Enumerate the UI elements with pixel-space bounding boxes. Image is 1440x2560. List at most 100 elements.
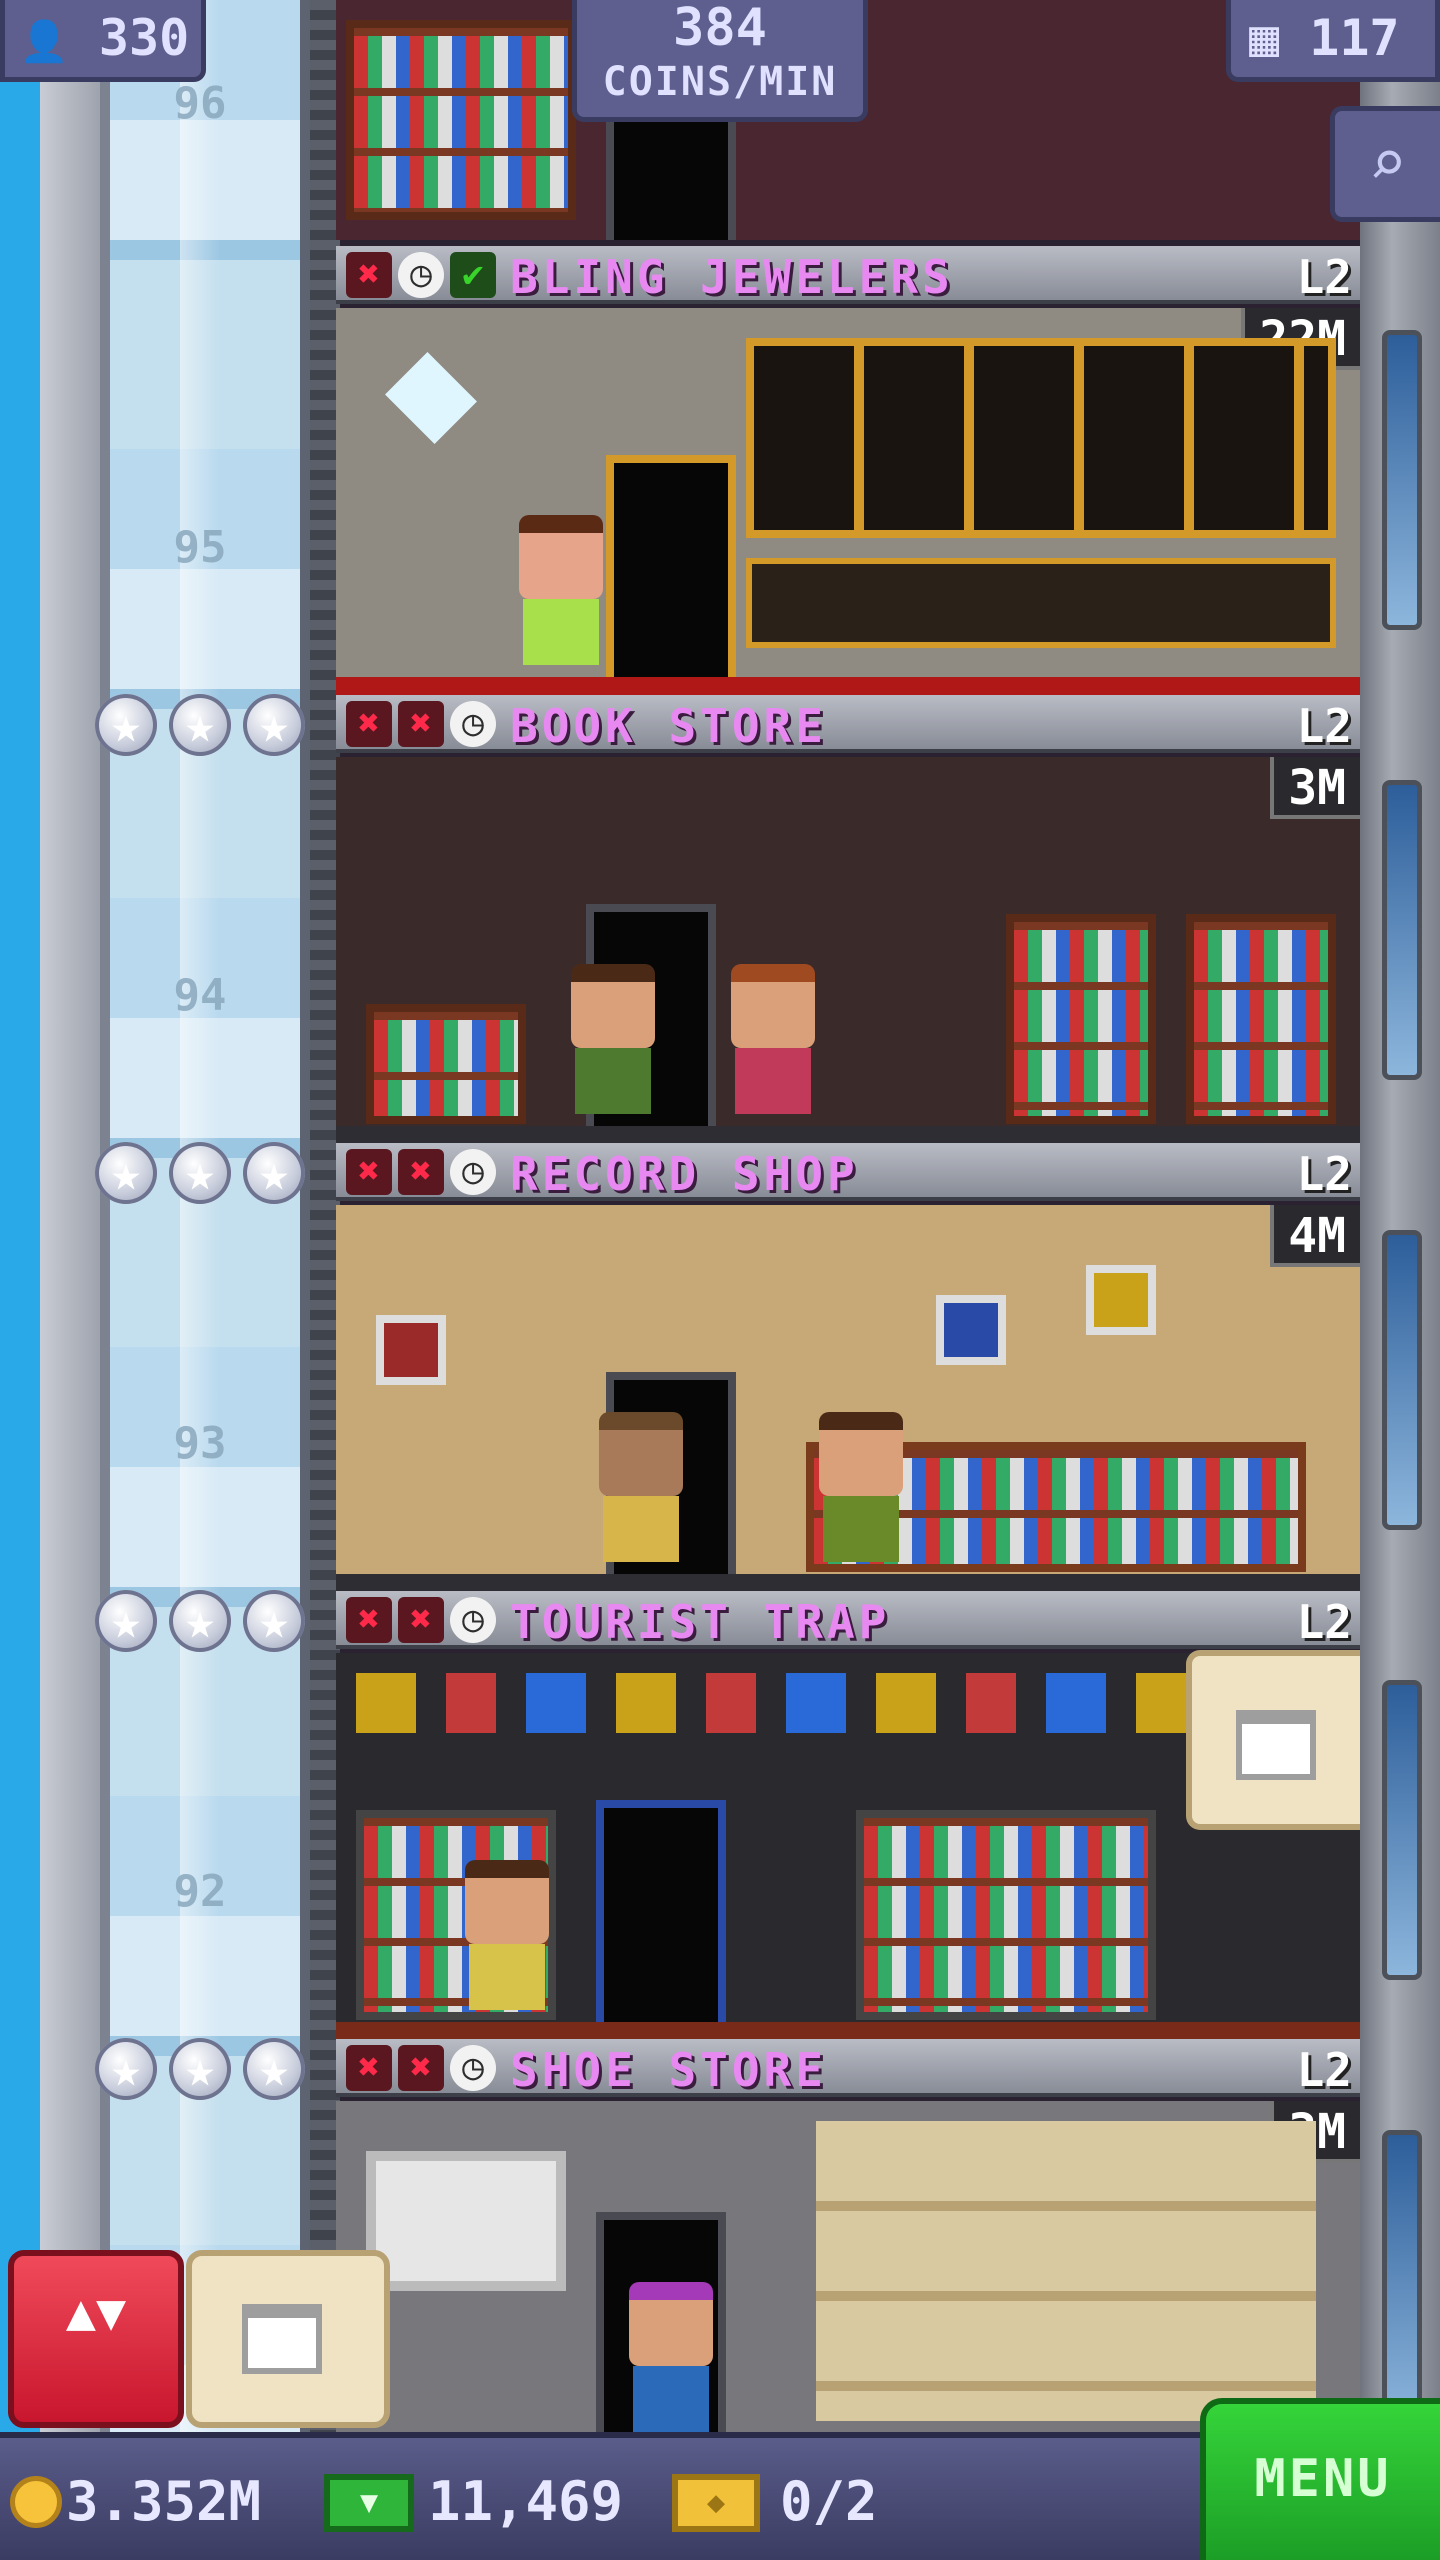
status-x-icon: ✖ xyxy=(398,701,444,747)
bux-icon: ▼ xyxy=(324,2474,414,2532)
elevator-button[interactable]: ▲▼ xyxy=(8,2250,184,2428)
star-icon: ★ xyxy=(243,2038,305,2100)
status-x-icon: ✖ xyxy=(346,252,392,298)
star-icon: ★ xyxy=(243,1142,305,1204)
status-icons: ✖ ✖ ◷ xyxy=(346,2045,496,2091)
star-icon: ★ xyxy=(169,1142,231,1204)
status-x-icon: ✖ xyxy=(398,1597,444,1643)
floor-count-value: 117 xyxy=(1309,9,1400,67)
status-clock-icon: ◷ xyxy=(450,2045,496,2091)
floor-header: ✖ ◷ ✔ BLING JEWELERS L2 xyxy=(336,246,1360,304)
floor-base xyxy=(336,1574,1360,1592)
floor-body: 3M xyxy=(336,2101,1360,2432)
person-icon: 👤 xyxy=(19,19,69,65)
ticket-icon: ◆ xyxy=(672,2474,760,2532)
build-floor-card[interactable] xyxy=(1186,1650,1360,1830)
tickets-value: 0/2 xyxy=(780,2470,878,2533)
coins-per-min-value: 384 xyxy=(673,0,767,58)
right-window xyxy=(1382,780,1422,1080)
star-icon: ★ xyxy=(169,2038,231,2100)
elevator-shaft[interactable] xyxy=(100,0,310,2560)
resident[interactable] xyxy=(816,1412,906,1562)
coins-per-min-unit: COINS/MIN xyxy=(602,59,838,105)
population-counter[interactable]: 👤 330 xyxy=(0,0,206,82)
stock-badge: 4M xyxy=(1270,1205,1360,1267)
floor-name: TOURIST TRAP xyxy=(510,1595,891,1649)
coins-per-minute[interactable]: 384 COINS/MIN xyxy=(572,0,868,122)
shaft-floor-number: 96 xyxy=(173,78,227,129)
floor-record-shop[interactable]: ✖ ✖ ◷ RECORD SHOP L2 4M xyxy=(336,1143,1360,1592)
shaft-floor-number: 92 xyxy=(173,1866,227,1917)
floor-level: L2 xyxy=(1296,2043,1352,2097)
floor-stars: ★ ★ ★ xyxy=(95,2038,305,2108)
floor-header: ✖ ✖ ◷ TOURIST TRAP L2 xyxy=(336,1591,1360,1649)
floor-book-store[interactable]: ✖ ✖ ◷ BOOK STORE L2 3M xyxy=(336,695,1360,1144)
floor-level: L2 xyxy=(1296,699,1352,753)
build-button[interactable] xyxy=(186,2250,390,2428)
floor-stars: ★ ★ ★ xyxy=(95,1590,305,1660)
shoe-wall xyxy=(816,2121,1316,2421)
souvenir-banners xyxy=(356,1673,1196,1733)
floor-bling-jewelers[interactable]: ✖ ◷ ✔ BLING JEWELERS L2 22M xyxy=(336,246,1360,695)
elevator-arrows-icon: ▲▼ xyxy=(65,2283,127,2341)
store-door xyxy=(606,455,736,695)
stock-badge: 3M xyxy=(1270,757,1360,819)
floor-stars: ★ ★ ★ xyxy=(95,1142,305,1212)
status-icons: ✖ ✖ ◷ xyxy=(346,701,496,747)
star-icon: ★ xyxy=(169,1590,231,1652)
star-icon: ★ xyxy=(243,694,305,756)
status-clock-icon: ◷ xyxy=(398,252,444,298)
resident[interactable] xyxy=(596,1412,686,1562)
shelf xyxy=(346,20,576,220)
floor-header: ✖ ✖ ◷ BOOK STORE L2 xyxy=(336,695,1360,753)
store-door xyxy=(606,110,736,240)
box-icon xyxy=(1236,1710,1316,1780)
resident[interactable] xyxy=(568,964,658,1114)
status-clock-icon: ◷ xyxy=(450,1597,496,1643)
store-door xyxy=(596,1800,726,2040)
population-value: 330 xyxy=(98,9,190,67)
star-icon: ★ xyxy=(95,2038,157,2100)
search-button[interactable]: ⌕ xyxy=(1330,106,1440,222)
resident[interactable] xyxy=(728,964,818,1114)
bookshelf xyxy=(366,1004,526,1124)
floor-stars: ★ ★ ★ xyxy=(95,694,305,764)
floor-base xyxy=(336,1126,1360,1144)
floor-header: ✖ ✖ ◷ SHOE STORE L2 xyxy=(336,2039,1360,2097)
box-icon xyxy=(242,2304,322,2374)
floor-name: SHOE STORE xyxy=(510,2043,827,2097)
status-icons: ✖ ◷ ✔ xyxy=(346,252,496,298)
resident[interactable] xyxy=(626,2282,716,2432)
floor-body: 3M xyxy=(336,757,1360,1144)
star-icon: ★ xyxy=(243,1590,305,1652)
status-icons: ✖ ✖ ◷ xyxy=(346,1597,496,1643)
wall-poster xyxy=(1086,1265,1156,1335)
wall-poster xyxy=(376,1315,446,1385)
diamond-logo xyxy=(385,352,477,444)
star-icon: ★ xyxy=(95,694,157,756)
status-x-icon: ✖ xyxy=(398,2045,444,2091)
star-icon: ★ xyxy=(169,694,231,756)
tower-left-wall xyxy=(40,0,100,2560)
status-check-icon: ✔ xyxy=(450,252,496,298)
status-x-icon: ✖ xyxy=(346,701,392,747)
star-icon: ★ xyxy=(95,1590,157,1652)
display-counter xyxy=(746,558,1336,648)
bookshelf xyxy=(1186,914,1336,1124)
resident[interactable] xyxy=(516,515,606,665)
display-cabinet xyxy=(746,338,1336,538)
floor-level: L2 xyxy=(1296,250,1352,304)
wall-poster xyxy=(936,1295,1006,1365)
floor-name: RECORD SHOP xyxy=(510,1147,859,1201)
search-icon: ⌕ xyxy=(1368,127,1407,201)
building-icon: ▦ xyxy=(1249,9,1280,67)
resident[interactable] xyxy=(462,1860,552,2010)
bookshelf xyxy=(1006,914,1156,1124)
menu-button[interactable]: MENU xyxy=(1200,2398,1440,2560)
floor-base xyxy=(336,677,1360,695)
floor-shoe-store[interactable]: ✖ ✖ ◷ SHOE STORE L2 3M xyxy=(336,2039,1360,2432)
star-icon: ★ xyxy=(95,1142,157,1204)
floor-counter[interactable]: ▦ 117 xyxy=(1226,0,1440,82)
floor-body: 4M xyxy=(336,1205,1360,1592)
right-window xyxy=(1382,330,1422,630)
